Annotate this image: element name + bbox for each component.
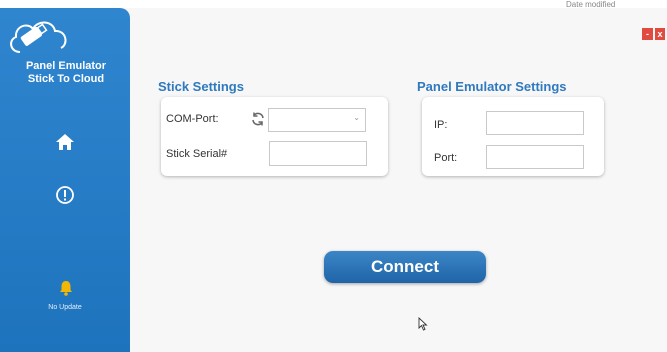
ip-field[interactable] [486, 111, 584, 135]
stick-serial-field[interactable] [269, 141, 367, 166]
stick-settings-panel: COM-Port: ⌄ Stick Serial# [161, 97, 388, 176]
refresh-icon[interactable] [250, 111, 266, 127]
ip-label: IP: [434, 119, 448, 131]
window-controls: - x [642, 28, 665, 40]
home-icon[interactable] [55, 133, 75, 151]
com-port-label: COM-Port: [166, 113, 219, 125]
chevron-down-icon: ⌄ [353, 113, 360, 122]
port-field[interactable] [486, 145, 584, 169]
stick-serial-label: Stick Serial# [166, 148, 228, 160]
port-label: Port: [434, 152, 458, 164]
app-title: Panel Emulator Stick To Cloud [4, 60, 128, 86]
stick-settings-title: Stick Settings [158, 79, 244, 94]
panel-emulator-settings-panel: IP: Port: [422, 97, 604, 176]
cloud-usb-logo-icon [10, 21, 67, 53]
com-port-select[interactable]: ⌄ [268, 108, 366, 132]
update-status-text: No Update [48, 304, 82, 311]
bell-icon [60, 281, 72, 296]
app-title-line2: Stick To Cloud [27, 73, 105, 85]
connect-button[interactable]: Connect [324, 251, 486, 283]
mouse-cursor-icon [418, 317, 428, 331]
close-button[interactable]: x [655, 28, 665, 40]
sidebar: Panel Emulator Stick To Cloud No Update [0, 8, 130, 352]
minimize-button[interactable]: - [642, 28, 653, 40]
app-title-line1: Panel Emulator [25, 60, 107, 72]
panel-emulator-settings-title: Panel Emulator Settings [417, 79, 567, 94]
alert-info-icon[interactable] [55, 185, 75, 205]
